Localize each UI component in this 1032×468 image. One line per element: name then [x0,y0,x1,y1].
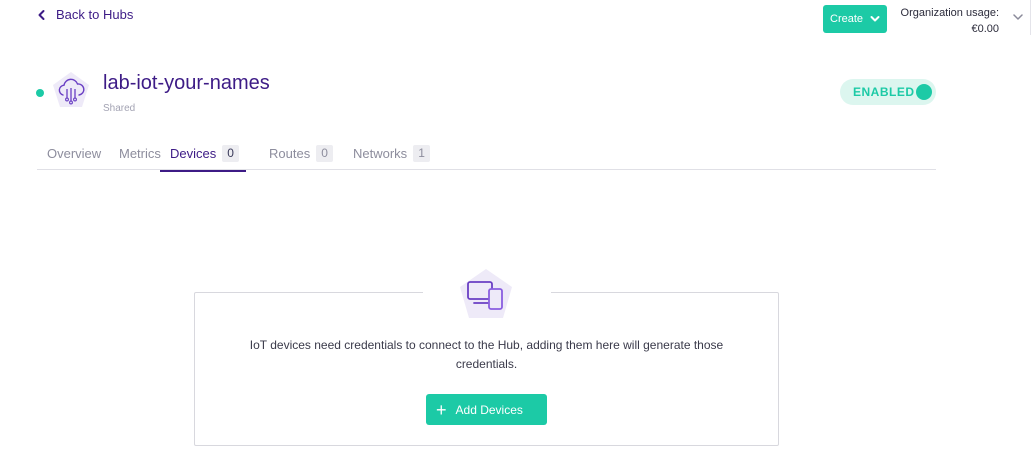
usage-value: €0.00 [971,23,999,35]
tab-metrics[interactable]: Metrics [119,140,161,170]
tab-routes-count: 0 [316,145,333,162]
usage-dropdown-chevron-icon[interactable] [1012,13,1024,21]
back-to-hubs-link[interactable]: Back to Hubs [37,7,133,22]
chevron-left-icon [38,9,45,20]
tab-networks-count: 1 [413,145,430,162]
tab-networks[interactable]: Networks 1 [353,140,430,170]
tab-overview[interactable]: Overview [47,140,101,170]
hub-status-dot [36,89,44,97]
tab-metrics-label: Metrics [119,146,161,161]
tab-overview-label: Overview [47,146,102,161]
organization-usage: Organization usage: €0.00 [893,5,999,37]
toggle-label: ENABLED [853,85,915,99]
chevron-down-icon [870,16,880,22]
hub-tabs: Overview Metrics Devices 0 Routes 0 Netw… [37,140,936,172]
hub-enabled-toggle[interactable]: ENABLED [840,79,936,105]
tab-routes-label: Routes [269,146,311,161]
devices-icon [460,269,512,318]
header-divider [1030,0,1031,35]
tab-devices-count: 0 [222,145,239,162]
back-link-label: Back to Hubs [56,7,134,22]
tab-devices-label: Devices [170,146,217,161]
hub-name: lab-iot-your-names [103,72,270,94]
usage-label: Organization usage: [900,7,999,19]
create-button[interactable]: Create [823,5,887,33]
hub-subtitle: Shared [103,103,136,114]
plus-icon: + [436,399,447,420]
empty-state-message: IoT devices need credentials to connect … [249,338,724,371]
toggle-knob [916,84,932,100]
tab-routes[interactable]: Routes 0 [269,140,333,170]
create-button-label: Create [830,13,864,25]
add-devices-label: Add Devices [455,402,523,417]
add-devices-button[interactable]: + Add Devices [426,394,547,425]
tab-networks-label: Networks [353,146,408,161]
tab-devices[interactable]: Devices 0 [160,140,246,172]
cloud-hub-icon [53,72,89,107]
